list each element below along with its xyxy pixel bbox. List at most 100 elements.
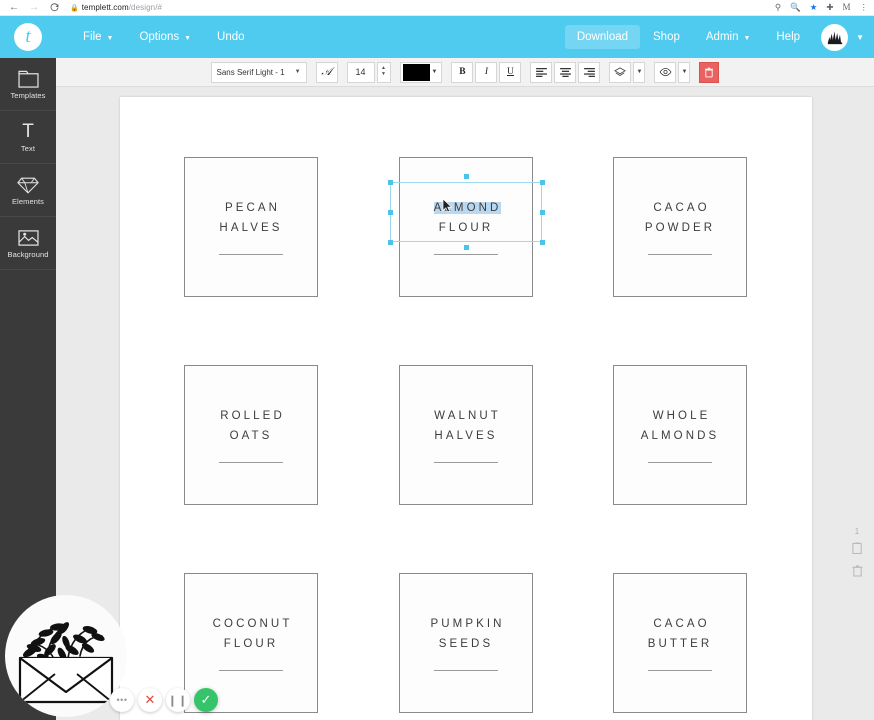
italic-button[interactable]: I	[475, 61, 498, 83]
label-line-2: BUTTER	[647, 638, 713, 650]
label-line-2: FLOUR	[223, 638, 279, 650]
mouse-cursor-icon	[442, 198, 453, 213]
nav-item-shop[interactable]: Shop	[640, 25, 693, 49]
nav-item-file[interactable]: File ▼	[70, 25, 126, 49]
label-card[interactable]: ROLLED OATS	[184, 365, 318, 505]
envelope-botanical-logo	[5, 595, 127, 717]
envelope-botanical-illustration	[18, 622, 114, 704]
chevron-down-icon: ▼	[431, 69, 438, 75]
nav-item-options[interactable]: Options ▼	[126, 25, 204, 49]
download-button[interactable]: Download	[564, 25, 641, 49]
extensions-icon[interactable]: ✚	[826, 3, 833, 12]
menu-kebab-icon[interactable]: ⋮	[860, 3, 869, 12]
duplicate-page-icon[interactable]	[851, 541, 863, 559]
label-divider	[434, 253, 498, 255]
address-bar[interactable]: 🔒 templett.com/design/#	[70, 1, 775, 14]
app-logo[interactable]: t	[0, 23, 56, 51]
delete-icon[interactable]	[699, 61, 720, 83]
design-canvas[interactable]: PECAN HALVES ALMOND FLOUR CACAO POWDER R…	[120, 97, 812, 720]
nav-item-file-label: File	[83, 31, 102, 43]
design-workspace[interactable]: PECAN HALVES ALMOND FLOUR CACAO POWDER R…	[56, 87, 874, 720]
sidebar-item-background[interactable]: Background	[0, 217, 56, 270]
resize-handle-s[interactable]	[463, 245, 469, 250]
nav-item-undo[interactable]: Undo	[204, 25, 258, 49]
text-effects-icon[interactable]: 𝒜	[315, 61, 338, 83]
resize-handle-n[interactable]	[463, 174, 469, 179]
format-toolbar: Sans Serif Light - 1 ▼ 𝒜 14 ▲ ▼ ▼ B I U	[56, 58, 874, 87]
back-arrow-icon[interactable]: ←	[4, 1, 24, 15]
label-line-2: HALVES	[219, 222, 283, 234]
layer-order-icon[interactable]	[609, 61, 632, 83]
profile-icon[interactable]: M	[842, 3, 850, 12]
font-family-select[interactable]: Sans Serif Light - 1 ▼	[210, 61, 307, 83]
label-card-text: ROLLED OATS	[217, 407, 285, 447]
resize-handle-ne[interactable]	[539, 179, 545, 185]
sidebar-item-text[interactable]: T Text	[0, 111, 56, 164]
label-card[interactable]: CACAO BUTTER	[613, 573, 747, 713]
resize-handle-se[interactable]	[539, 239, 545, 245]
resize-handle-e[interactable]	[539, 209, 545, 215]
nav-item-options-label: Options	[139, 31, 180, 43]
recorder-more-button[interactable]: •••	[110, 688, 134, 712]
underline-button[interactable]: U	[499, 61, 522, 83]
forward-arrow-icon[interactable]: →	[24, 1, 44, 15]
visibility-icon[interactable]	[654, 61, 677, 83]
resize-handle-nw[interactable]	[387, 179, 393, 185]
label-divider	[219, 253, 283, 255]
label-card-text: PECAN HALVES	[219, 199, 282, 239]
bookmark-star-icon[interactable]: ★	[810, 3, 818, 12]
label-line-1: ROLLED	[220, 410, 285, 423]
sidebar-item-background-label: Background	[7, 250, 49, 259]
nav-right-group: Download Shop Admin ▼ Help ▼	[564, 23, 874, 51]
label-grid: PECAN HALVES ALMOND FLOUR CACAO POWDER R…	[120, 97, 812, 720]
font-size-stepper[interactable]: ▲ ▼	[376, 61, 391, 83]
chevron-down-icon: ▼	[743, 34, 751, 42]
label-card[interactable]: PUMPKIN SEEDS	[399, 573, 533, 713]
sidebar-item-templates[interactable]: Templates	[0, 58, 56, 111]
page-number: 1	[854, 527, 860, 536]
account-chevron-down-icon[interactable]: ▼	[856, 33, 864, 42]
sidebar-item-text-label: Text	[20, 144, 36, 153]
nav-item-help[interactable]: Help	[763, 25, 813, 49]
label-card-text: WALNUT HALVES	[431, 407, 501, 447]
text-color-picker[interactable]: ▼	[399, 61, 443, 83]
recorder-cancel-button[interactable]: ✕	[138, 688, 162, 712]
reload-icon[interactable]	[44, 1, 64, 15]
nav-left-group: File ▼ Options ▼ Undo	[70, 25, 258, 49]
visibility-dropdown[interactable]: ▼	[678, 61, 691, 83]
delete-page-icon[interactable]	[852, 564, 863, 582]
logo-letter: t	[25, 25, 31, 47]
label-card[interactable]: WHOLE ALMONDS	[613, 365, 747, 505]
align-right-icon[interactable]	[578, 61, 601, 83]
avatar[interactable]	[821, 23, 849, 51]
label-line-2: HALVES	[434, 430, 498, 442]
align-center-icon[interactable]	[554, 61, 577, 83]
bold-button[interactable]: B	[451, 61, 474, 83]
label-card-text: PUMPKIN SEEDS	[427, 615, 504, 655]
label-divider	[648, 669, 712, 671]
stepper-down-icon[interactable]: ▼	[381, 72, 386, 78]
browser-toolbar: ← → 🔒 templett.com/design/# ⚲ 🔍 ★ ✚ M ⋮	[0, 0, 874, 16]
label-card[interactable]: PECAN HALVES	[184, 157, 318, 297]
sidebar-item-elements[interactable]: Elements	[0, 164, 56, 217]
label-line-1: WHOLE	[652, 410, 711, 423]
font-size-input[interactable]: 14	[346, 61, 375, 83]
recorder-pause-button[interactable]: ❙❙	[166, 688, 190, 712]
resize-handle-w[interactable]	[387, 209, 393, 215]
label-line-1: CACAO	[653, 202, 710, 215]
resize-handle-sw[interactable]	[387, 239, 393, 245]
label-card[interactable]: CACAO POWDER	[613, 157, 747, 297]
recorder-done-button[interactable]: ✓	[194, 688, 218, 712]
app-top-navigation: t File ▼ Options ▼ Undo Download Shop Ad…	[0, 16, 874, 58]
align-left-icon[interactable]	[530, 61, 553, 83]
layer-order-dropdown[interactable]: ▼	[633, 61, 646, 83]
logo-circle-icon: t	[14, 23, 42, 51]
key-icon[interactable]: ⚲	[775, 3, 781, 12]
label-divider	[648, 461, 712, 463]
search-icon[interactable]: 🔍	[790, 3, 801, 12]
templates-icon	[17, 68, 39, 88]
browser-action-icons: ⚲ 🔍 ★ ✚ M ⋮	[775, 3, 874, 12]
image-background-icon	[17, 227, 39, 247]
nav-item-admin[interactable]: Admin ▼	[693, 25, 764, 49]
label-card[interactable]: WALNUT HALVES	[399, 365, 533, 505]
